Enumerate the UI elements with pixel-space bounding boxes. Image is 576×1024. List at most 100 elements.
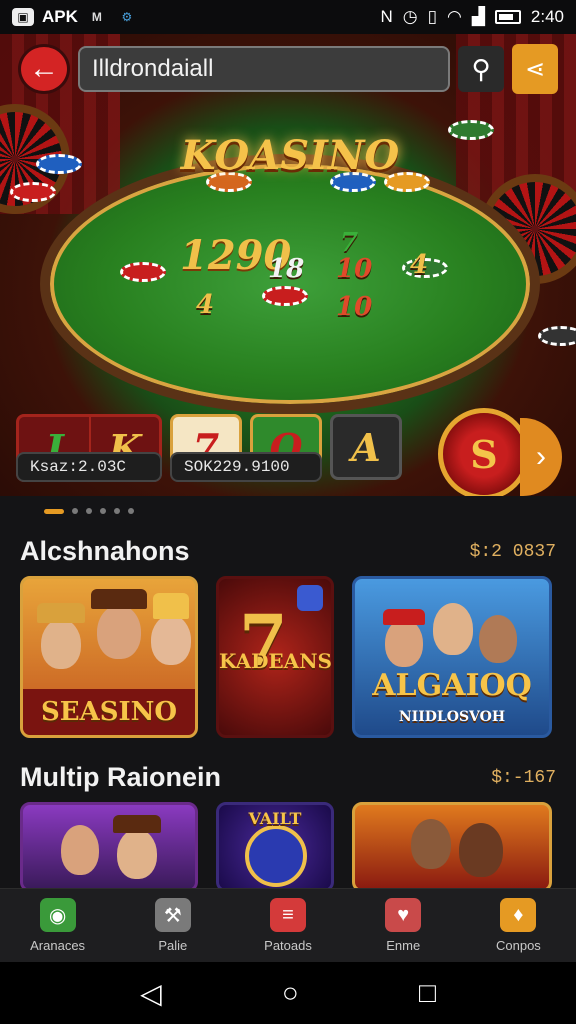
- signal-icon: ▟: [471, 7, 485, 26]
- character-face: [433, 603, 473, 655]
- nav-item-patoads[interactable]: ≡ Patoads: [230, 889, 345, 962]
- status-bar: ▣ APK M ⚙ N ◷ ▯ ◠ ▟ 2:40: [0, 0, 576, 34]
- back-arrow-icon[interactable]: ←: [18, 44, 70, 94]
- nav-item-enme[interactable]: ♥ Enme: [346, 889, 461, 962]
- balance-left: Ksaz:2.03C: [16, 452, 162, 482]
- badge-icon: [297, 585, 323, 611]
- table-number: 4: [410, 250, 429, 280]
- clock-wheel-icon: [245, 825, 307, 887]
- table-number: 10: [336, 292, 373, 322]
- gmail-icon: M: [91, 10, 102, 24]
- chip-icon: [36, 154, 82, 174]
- nfc-icon: N: [380, 7, 393, 26]
- nav-label: Conpos: [496, 938, 541, 953]
- alarm-icon: ◷: [402, 7, 418, 26]
- nav-label: Patoads: [264, 938, 312, 953]
- character-hat: [113, 815, 161, 833]
- next-slide-button[interactable]: ›: [520, 418, 562, 496]
- character-face: [61, 825, 99, 875]
- character-face: [459, 823, 503, 877]
- character-hat: [383, 609, 425, 625]
- app-badge-icon: ▣: [12, 8, 34, 26]
- character-face: [117, 829, 157, 879]
- system-home-icon[interactable]: ○: [282, 977, 299, 1009]
- search-icon[interactable]: ⚲: [458, 46, 504, 92]
- chip-icon: [538, 326, 576, 346]
- character-hat: [91, 589, 147, 609]
- camera-icon: ◉: [39, 898, 76, 932]
- game-card-row: SEASINO 7 KADEANS ALGAIOQ NIIDLOSVOH: [20, 576, 552, 738]
- slot-symbol: A: [330, 414, 402, 480]
- game-card-title: VAILT: [248, 809, 302, 828]
- status-left: ▣ APK M ⚙: [12, 7, 138, 27]
- game-card-row: VAILT: [20, 802, 552, 892]
- character-hat: [153, 593, 189, 619]
- chip-icon: [448, 120, 494, 140]
- carousel-dots: [44, 508, 134, 514]
- nav-item-aranaces[interactable]: ◉ Aranaces: [0, 889, 115, 962]
- game-card[interactable]: [20, 802, 198, 892]
- heart-target-icon: ♥: [385, 898, 422, 932]
- system-recents-icon[interactable]: □: [419, 977, 436, 1009]
- nav-label: Palie: [158, 938, 188, 953]
- nav-label: Enme: [386, 938, 421, 953]
- status-right: N ◷ ▯ ◠ ▟ 2:40: [381, 7, 565, 27]
- chip-icon: [262, 286, 308, 306]
- wifi-icon: ◠: [446, 7, 462, 26]
- game-card[interactable]: VAILT: [216, 802, 334, 892]
- nav-item-conpos[interactable]: ♦ Conpos: [461, 889, 576, 962]
- table-number: 18: [268, 254, 305, 284]
- battery-icon: [494, 10, 521, 24]
- nav-label: Aranaces: [30, 938, 86, 953]
- section-count[interactable]: $:-167: [491, 768, 556, 788]
- table-number: 10: [336, 254, 373, 284]
- search-input[interactable]: Illdrondaiall: [78, 46, 450, 92]
- game-card[interactable]: 7 KADEANS: [216, 576, 334, 738]
- character-face: [41, 619, 81, 669]
- vibrate-icon: ▯: [427, 7, 437, 26]
- character-face: [479, 615, 517, 663]
- character-face: [151, 615, 191, 665]
- game-card-title: KADEANS: [219, 649, 332, 673]
- system-navigation-bar: ◁ ○ □: [0, 962, 576, 1024]
- hammer-icon: ⚒: [154, 898, 191, 932]
- carousel-dot[interactable]: [114, 508, 120, 514]
- character-face: [385, 619, 423, 667]
- section-header: Alcshnahons $:2 0837: [20, 536, 556, 567]
- carousel-dot[interactable]: [100, 508, 106, 514]
- spin-button[interactable]: S: [438, 408, 530, 496]
- section-count[interactable]: $:2 0837: [470, 542, 556, 562]
- hero-banner[interactable]: KOASINO 1290 7 4 18 10 4 10 J K 7 O A Ks…: [0, 34, 576, 496]
- settings-gear-icon: ⚙: [121, 10, 133, 24]
- game-card[interactable]: ALGAIOQ NIIDLOSVOH: [352, 576, 552, 738]
- section-header: Multip Raionein $:-167: [20, 762, 556, 793]
- balance-right: SOK229.9100: [170, 452, 322, 482]
- list-icon: ≡: [270, 898, 306, 932]
- section-title: Multip Raionein: [20, 762, 221, 792]
- share-icon[interactable]: ⋖: [512, 44, 558, 94]
- status-app-label: APK: [42, 7, 78, 26]
- status-time: 2:40: [530, 7, 564, 26]
- game-card[interactable]: [352, 802, 552, 892]
- character-face: [97, 605, 141, 659]
- search-bar: ← Illdrondaiall ⚲ ⋖: [18, 44, 558, 94]
- system-back-icon[interactable]: ◁: [140, 977, 162, 1010]
- game-card-title: ALGAIOQ: [372, 668, 532, 703]
- game-card-title: SEASINO: [40, 697, 178, 727]
- casino-logo-title: KOASINO: [180, 132, 400, 179]
- chip-icon: [120, 262, 166, 282]
- game-card-subtitle: NIIDLOSVOH: [398, 709, 506, 725]
- carousel-dot[interactable]: [86, 508, 92, 514]
- character-face: [411, 819, 451, 869]
- carousel-dot-active[interactable]: [44, 508, 64, 514]
- bottom-navigation: ◉ Aranaces ⚒ Palie ≡ Patoads ♥ Enme ♦ Co…: [0, 888, 576, 962]
- chip-icon: [10, 182, 56, 202]
- coupon-icon: ♦: [500, 898, 537, 932]
- character-hat: [37, 603, 85, 623]
- casino-table: [40, 154, 540, 414]
- game-card[interactable]: SEASINO: [20, 576, 198, 738]
- table-number: 4: [196, 290, 215, 320]
- carousel-dot[interactable]: [72, 508, 78, 514]
- nav-item-palie[interactable]: ⚒ Palie: [115, 889, 230, 962]
- carousel-dot[interactable]: [128, 508, 134, 514]
